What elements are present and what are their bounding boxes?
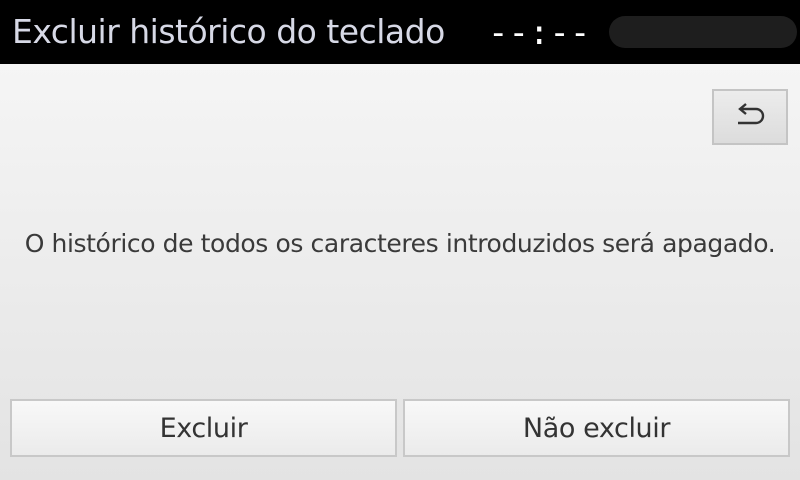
screen-title: Excluir histórico do teclado bbox=[12, 12, 445, 51]
delete-button-label: Excluir bbox=[159, 412, 248, 444]
do-not-delete-button-label: Não excluir bbox=[522, 412, 671, 444]
dialog-content: O histórico de todos os caracteres intro… bbox=[0, 64, 800, 480]
undo-arrow-icon bbox=[738, 103, 765, 125]
header-bar: Excluir histórico do teclado --:-- bbox=[0, 0, 800, 64]
confirmation-message: O histórico de todos os caracteres intro… bbox=[24, 229, 776, 258]
do-not-delete-button[interactable]: Não excluir bbox=[403, 399, 790, 457]
clock-display: --:-- bbox=[488, 13, 591, 53]
back-button[interactable] bbox=[712, 89, 788, 145]
status-indicator bbox=[609, 16, 797, 48]
delete-button[interactable]: Excluir bbox=[10, 399, 397, 457]
